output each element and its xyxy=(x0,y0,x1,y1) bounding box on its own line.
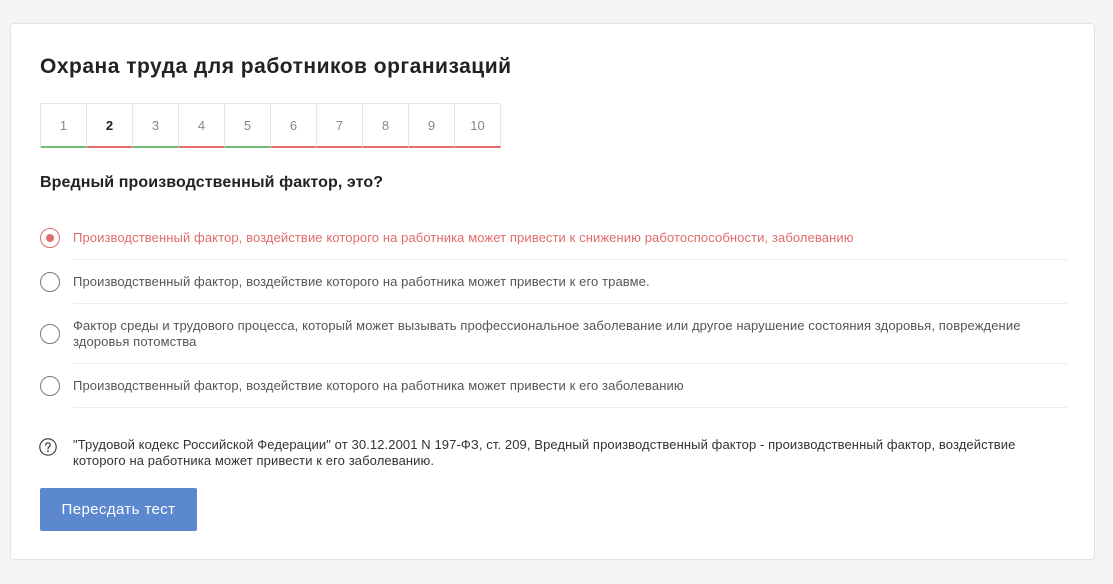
page: { "colors": { "page_background": "#f5f5f… xyxy=(0,0,1113,584)
tab-question-6[interactable]: 6 xyxy=(271,104,317,148)
tab-question-2[interactable]: 2 xyxy=(87,104,133,148)
question-circle-icon-glyph xyxy=(39,438,57,456)
answer-option-body: Производственный фактор, воздействие кот… xyxy=(73,216,1067,260)
answer-option[interactable]: Производственный фактор, воздействие кот… xyxy=(40,216,1067,260)
tab-label: 5 xyxy=(243,117,252,133)
radio-button[interactable] xyxy=(40,228,60,248)
question-tabs: 1 2 3 4 5 6 7 8 9 10 xyxy=(40,103,501,148)
radio-button[interactable] xyxy=(40,272,60,292)
retake-test-button[interactable]: Пересдать тест xyxy=(40,488,197,531)
tab-question-3[interactable]: 3 xyxy=(133,104,179,148)
tab-question-8[interactable]: 8 xyxy=(363,104,409,148)
radio-button[interactable] xyxy=(40,376,60,396)
tab-label: 10 xyxy=(470,117,485,133)
answer-option-label: Производственный фактор, воздействие кот… xyxy=(73,378,684,393)
explanation-text: "Трудовой кодекс Российской Федерации" о… xyxy=(73,437,1016,468)
answer-option-body: Фактор среды и трудового процесса, котор… xyxy=(73,304,1067,364)
question-circle-icon xyxy=(39,438,57,456)
tab-question-10[interactable]: 10 xyxy=(455,104,501,148)
page-title: Охрана труда для работников организаций xyxy=(40,55,512,78)
tab-question-4[interactable]: 4 xyxy=(179,104,225,148)
answer-explanation: "Трудовой кодекс Российской Федерации" о… xyxy=(39,437,1067,469)
tab-label: 8 xyxy=(381,117,390,133)
question-text: Вредный производственный фактор, это? xyxy=(40,174,384,191)
answer-option-label: Производственный фактор, воздействие кот… xyxy=(73,230,854,245)
tab-label: 9 xyxy=(427,117,436,133)
tab-label: 7 xyxy=(335,117,344,133)
answer-option-label: Производственный фактор, воздействие кот… xyxy=(73,274,650,289)
answer-option[interactable]: Производственный фактор, воздействие кот… xyxy=(40,364,1067,408)
tab-question-7[interactable]: 7 xyxy=(317,104,363,148)
test-card: Охрана труда для работников организаций … xyxy=(10,23,1095,560)
tab-label: 6 xyxy=(289,117,298,133)
tab-label: 1 xyxy=(59,117,68,133)
tab-label: 2 xyxy=(105,117,114,133)
radio-button[interactable] xyxy=(40,324,60,344)
answer-option[interactable]: Производственный фактор, воздействие кот… xyxy=(40,260,1067,304)
tab-label: 3 xyxy=(151,117,160,133)
answer-option-body: Производственный фактор, воздействие кот… xyxy=(73,260,1067,304)
answer-option-label: Фактор среды и трудового процесса, котор… xyxy=(73,318,1021,349)
tab-question-1[interactable]: 1 xyxy=(41,104,87,148)
answer-option[interactable]: Фактор среды и трудового процесса, котор… xyxy=(40,304,1067,364)
answer-option-body: Производственный фактор, воздействие кот… xyxy=(73,364,1067,408)
answer-options: Производственный фактор, воздействие кот… xyxy=(40,216,1067,408)
tab-question-5[interactable]: 5 xyxy=(225,104,271,148)
tab-question-9[interactable]: 9 xyxy=(409,104,455,148)
tab-label: 4 xyxy=(197,117,206,133)
